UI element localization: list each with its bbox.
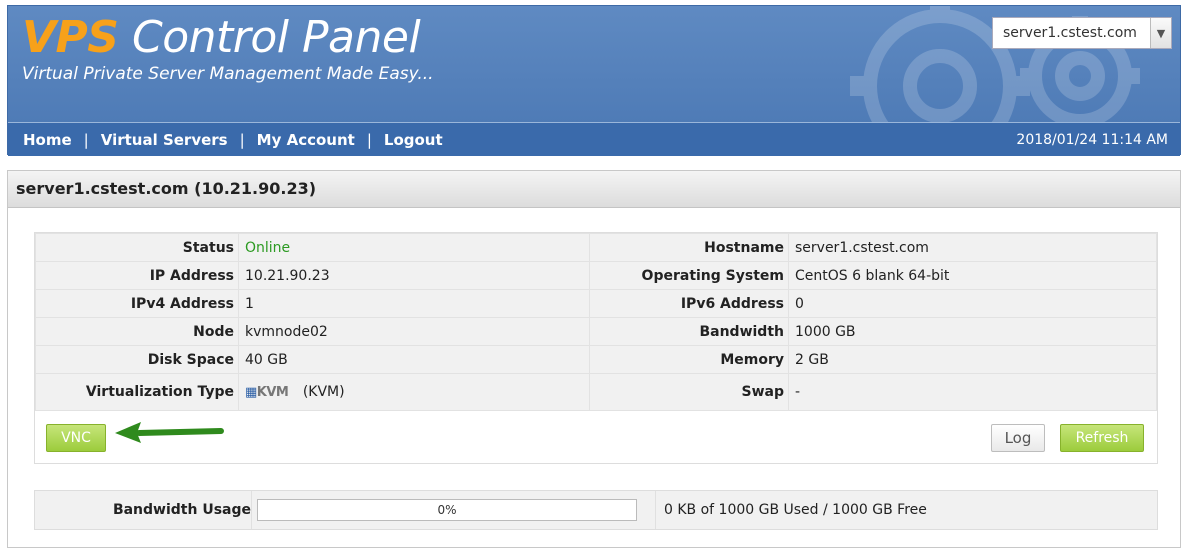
- app-logo[interactable]: VPS Control Panel: [22, 10, 421, 66]
- server-info: Status Online Hostname server1.cstest.co…: [34, 232, 1158, 464]
- memory-label: Memory: [589, 345, 789, 374]
- swap-label: Swap: [589, 373, 789, 411]
- info-row: Node kvmnode02 Bandwidth 1000 GB: [35, 317, 1157, 346]
- server-select[interactable]: server1.cstest.com ▼: [992, 17, 1172, 49]
- memory-value: 2 GB: [788, 345, 1157, 374]
- bandwidth-usage: Bandwidth Usage 0% 0 KB of 1000 GB Used …: [34, 490, 1158, 530]
- nav-virtual-servers[interactable]: Virtual Servers: [101, 131, 228, 149]
- disk-space-value: 40 GB: [238, 345, 590, 374]
- ip-address-label: IP Address: [35, 261, 239, 290]
- hostname-label: Hostname: [589, 233, 789, 262]
- bandwidth-percent: 0%: [437, 503, 457, 517]
- bandwidth-summary: 0 KB of 1000 GB Used / 1000 GB Free: [655, 491, 927, 529]
- refresh-button[interactable]: Refresh: [1060, 424, 1144, 452]
- logo-text: Control Panel: [132, 12, 421, 63]
- info-row: Disk Space 40 GB Memory 2 GB: [35, 345, 1157, 374]
- log-button[interactable]: Log: [991, 424, 1045, 452]
- actions-bar: VNC Log Refresh: [35, 411, 1157, 463]
- virtualization-value: ▦KVM (KVM): [238, 373, 590, 411]
- kvm-logo-text: KVM: [256, 385, 289, 400]
- info-row: Status Online Hostname server1.cstest.co…: [35, 233, 1157, 262]
- ipv4-label: IPv4 Address: [35, 289, 239, 318]
- nav-separator: |: [366, 131, 372, 149]
- tagline: Virtual Private Server Management Made E…: [22, 64, 434, 84]
- chevron-down-icon[interactable]: ▼: [1150, 18, 1171, 48]
- virtualization-type-text: (KVM): [302, 384, 345, 400]
- status-value: Online: [238, 233, 590, 262]
- nav-logout[interactable]: Logout: [384, 131, 443, 149]
- bandwidth-value: 1000 GB: [788, 317, 1157, 346]
- nav-my-account[interactable]: My Account: [257, 131, 355, 149]
- info-row: IP Address 10.21.90.23 Operating System …: [35, 261, 1157, 290]
- virtualization-label: Virtualization Type: [35, 373, 239, 411]
- header: VPS Control Panel Virtual Private Server…: [7, 5, 1181, 156]
- logo-vps: VPS: [22, 12, 119, 63]
- info-table: Status Online Hostname server1.cstest.co…: [35, 233, 1157, 411]
- main-nav: Home | Virtual Servers | My Account | Lo…: [23, 123, 443, 157]
- bandwidth-usage-label: Bandwidth Usage: [35, 491, 252, 529]
- green-arrow-icon: [115, 422, 224, 443]
- info-row: Virtualization Type ▦KVM (KVM) Swap -: [35, 373, 1157, 411]
- banner: VPS Control Panel Virtual Private Server…: [8, 6, 1180, 122]
- node-label: Node: [35, 317, 239, 346]
- ipv6-label: IPv6 Address: [589, 289, 789, 318]
- navbar: Home | Virtual Servers | My Account | Lo…: [8, 122, 1180, 156]
- hostname-value: server1.cstest.com: [788, 233, 1157, 262]
- os-label: Operating System: [589, 261, 789, 290]
- ipv6-value: 0: [788, 289, 1157, 318]
- server-panel: server1.cstest.com (10.21.90.23) Status …: [7, 170, 1181, 548]
- nav-home[interactable]: Home: [23, 131, 72, 149]
- vnc-button[interactable]: VNC: [46, 424, 106, 452]
- server-select-value: server1.cstest.com: [1003, 25, 1137, 41]
- bandwidth-progress-bar: 0%: [257, 499, 637, 521]
- datetime: 2018/01/24 11:14 AM: [1016, 132, 1168, 148]
- nav-separator: |: [239, 131, 245, 149]
- disk-space-label: Disk Space: [35, 345, 239, 374]
- kvm-logo-icon: ▦KVM: [245, 385, 289, 400]
- swap-value: -: [788, 373, 1157, 411]
- nav-separator: |: [83, 131, 89, 149]
- ip-address-value: 10.21.90.23: [238, 261, 590, 290]
- node-value: kvmnode02: [238, 317, 590, 346]
- ipv4-value: 1: [238, 289, 590, 318]
- info-row: IPv4 Address 1 IPv6 Address 0: [35, 289, 1157, 318]
- status-label: Status: [35, 233, 239, 262]
- os-value: CentOS 6 blank 64-bit: [788, 261, 1157, 290]
- bandwidth-label: Bandwidth: [589, 317, 789, 346]
- panel-title: server1.cstest.com (10.21.90.23): [8, 171, 1180, 208]
